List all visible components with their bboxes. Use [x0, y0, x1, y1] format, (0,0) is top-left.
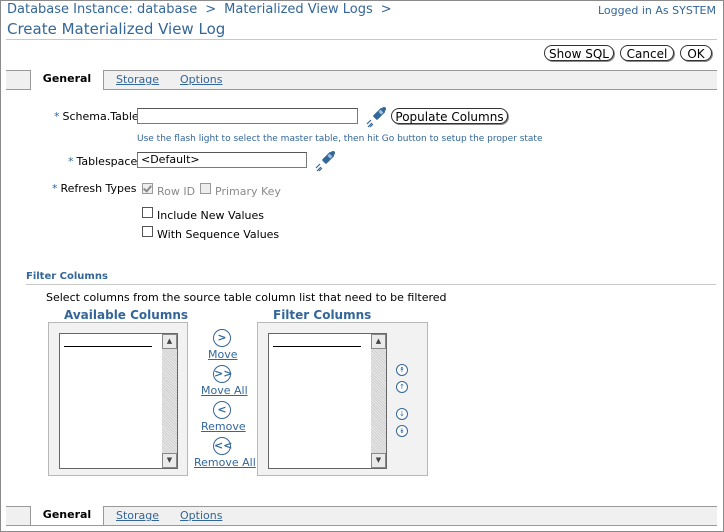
move-bottom-icon[interactable]: ↡ [396, 425, 408, 437]
flashlight-icon[interactable] [314, 148, 338, 172]
move-down-icon[interactable]: ↓ [396, 408, 408, 420]
required-marker: * [52, 182, 58, 195]
filter-columns-scrollbar[interactable]: ▲ ▼ [371, 334, 386, 468]
double-chevron-left-icon[interactable]: << [213, 437, 232, 455]
row-id-label: Row ID [157, 185, 196, 198]
cancel-button[interactable]: Cancel [620, 45, 674, 61]
breadcrumb-separator: > [205, 2, 217, 17]
schema-table-label-text: Schema.Table [62, 110, 139, 123]
list-separator [273, 346, 361, 347]
available-columns-container: ▲ ▼ [48, 322, 188, 476]
tab-storage[interactable]: Storage [116, 71, 159, 89]
scroll-down-icon[interactable]: ▼ [371, 453, 386, 468]
schema-table-label: * Schema.Table [54, 110, 139, 123]
primary-key-checkbox[interactable] [200, 183, 211, 194]
logged-in-status: Logged in As SYSTEM [598, 4, 716, 17]
filter-columns-list[interactable]: ▲ ▼ [268, 333, 387, 469]
row-id-checkbox[interactable] [142, 183, 153, 194]
list-separator [64, 346, 152, 347]
required-marker: * [54, 110, 60, 123]
refresh-types-label: * Refresh Types [52, 182, 137, 195]
breadcrumb-separator: > [380, 2, 392, 17]
remove-all-link[interactable]: Remove All [194, 456, 256, 469]
section-divider [26, 284, 716, 285]
remove-link[interactable]: Remove [201, 420, 246, 433]
double-chevron-right-icon[interactable]: >> [213, 365, 232, 383]
move-up-icon[interactable]: ↑ [396, 381, 408, 393]
flashlight-icon[interactable] [365, 104, 389, 128]
available-columns-list[interactable]: ▲ ▼ [59, 333, 178, 469]
with-sequence-values-checkbox[interactable] [142, 226, 153, 237]
tab-bar-top: General Storage Options [6, 70, 717, 90]
chevron-right-icon[interactable]: > [213, 329, 231, 347]
tab-options[interactable]: Options [180, 71, 222, 89]
available-columns-title: Available Columns [64, 308, 189, 322]
include-new-values-checkbox[interactable] [142, 207, 153, 218]
scroll-up-icon[interactable]: ▲ [371, 334, 386, 349]
refresh-types-label-text: Refresh Types [60, 182, 137, 195]
schema-table-hint: Use the flash light to select the master… [137, 134, 543, 144]
tab-general[interactable]: General [30, 70, 104, 90]
move-top-icon[interactable]: ↟ [396, 364, 408, 376]
ok-button[interactable]: OK [680, 45, 712, 61]
scroll-up-icon[interactable]: ▲ [162, 334, 177, 349]
show-sql-button[interactable]: Show SQL [544, 45, 614, 61]
tab-storage-bottom[interactable]: Storage [116, 507, 159, 525]
required-marker: * [68, 155, 74, 168]
tablespace-label-text: Tablespace [76, 155, 138, 168]
filter-columns-section-title: Filter Columns [26, 271, 108, 282]
filter-columns-description: Select columns from the source table col… [46, 291, 447, 304]
available-columns-scrollbar[interactable]: ▲ ▼ [162, 334, 177, 468]
breadcrumb-materialized-view-logs[interactable]: Materialized View Logs [224, 2, 373, 17]
include-new-values-label: Include New Values [157, 209, 264, 222]
tab-options-bottom[interactable]: Options [180, 507, 222, 525]
tab-general-bottom[interactable]: General [30, 506, 104, 525]
move-all-link[interactable]: Move All [201, 384, 248, 397]
breadcrumb: Database Instance: database > Materialized… [7, 2, 400, 17]
move-link[interactable]: Move [208, 348, 238, 361]
scroll-down-icon[interactable]: ▼ [162, 453, 177, 468]
tablespace-input[interactable] [137, 152, 307, 168]
with-sequence-values-label: With Sequence Values [157, 228, 280, 241]
populate-columns-button[interactable]: Populate Columns [391, 108, 508, 124]
filter-columns-container: ▲ ▼ ↟ ↑ ↓ ↡ [257, 322, 428, 476]
breadcrumb-database-instance[interactable]: Database Instance: database [7, 2, 197, 17]
primary-key-label: Primary Key [215, 185, 281, 198]
schema-table-input[interactable] [137, 108, 358, 124]
tablespace-label: * Tablespace [68, 155, 137, 168]
chevron-left-icon[interactable]: < [213, 401, 231, 419]
title-divider [6, 39, 717, 40]
filter-columns-title: Filter Columns [273, 308, 372, 322]
page-title: Create Materialized View Log [7, 20, 226, 38]
tab-bar-bottom: General Storage Options [6, 506, 717, 526]
